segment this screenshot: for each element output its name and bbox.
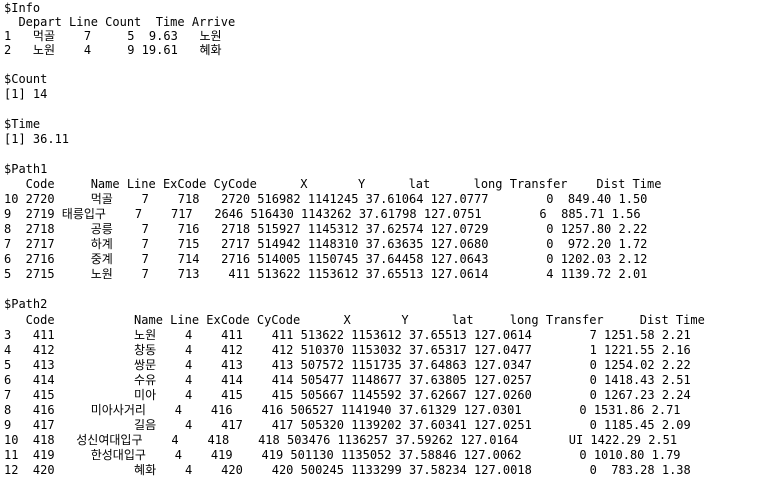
console-output: $Info Depart Line Count Time Arrive 1 먹골… bbox=[0, 0, 764, 484]
info-row: 2 노원 4 9 19.61 혜화 bbox=[4, 43, 222, 57]
path1-row: 6 2716 중계 7 714 2716 514005 1150745 37.6… bbox=[4, 252, 648, 266]
time-header: $Time bbox=[4, 117, 41, 131]
path2-row: 4 412 창동 4 412 412 510370 1153032 37.653… bbox=[4, 343, 691, 357]
path2-row: 11 419 한성대입구 4 419 419 501130 1135052 37… bbox=[4, 448, 681, 462]
path1-row: 5 2715 노원 7 713 411 513622 1153612 37.65… bbox=[4, 267, 648, 281]
path2-header: $Path2 bbox=[4, 297, 48, 311]
path2-row: 5 413 쌍문 4 413 413 507572 1151735 37.648… bbox=[4, 358, 691, 372]
path2-row: 3 411 노원 4 411 411 513622 1153612 37.655… bbox=[4, 328, 691, 342]
path1-row: 7 2717 하계 7 715 2717 514942 1148310 37.6… bbox=[4, 237, 648, 251]
time-value: [1] 36.11 bbox=[4, 132, 70, 146]
path1-row: 10 2720 먹골 7 718 2720 516982 1141245 37.… bbox=[4, 192, 648, 206]
path1-row: 9 2719 태릉입구 7 717 2646 516430 1143262 37… bbox=[4, 207, 641, 221]
count-value: [1] 14 bbox=[4, 87, 48, 101]
path2-row: 9 417 길음 4 417 417 505320 1139202 37.603… bbox=[4, 418, 691, 432]
path2-column-header: Code Name Line ExCode CyCode X Y lat lon… bbox=[4, 313, 705, 327]
path2-row: 7 415 미아 4 415 415 505667 1145592 37.626… bbox=[4, 388, 691, 402]
path2-row: 8 416 미아사거리 4 416 416 506527 1141940 37.… bbox=[4, 403, 681, 417]
path1-header: $Path1 bbox=[4, 162, 48, 176]
path2-row: 6 414 수유 4 414 414 505477 1148677 37.638… bbox=[4, 373, 691, 387]
path1-row: 8 2718 공릉 7 716 2718 515927 1145312 37.6… bbox=[4, 222, 648, 236]
path2-row: 10 418 성신여대입구 4 418 418 503476 1136257 3… bbox=[4, 433, 678, 447]
count-header: $Count bbox=[4, 72, 48, 86]
path1-column-header: Code Name Line ExCode CyCode X Y lat lon… bbox=[4, 177, 662, 191]
path2-row: 12 420 혜화 4 420 420 500245 1133299 37.58… bbox=[4, 463, 691, 477]
